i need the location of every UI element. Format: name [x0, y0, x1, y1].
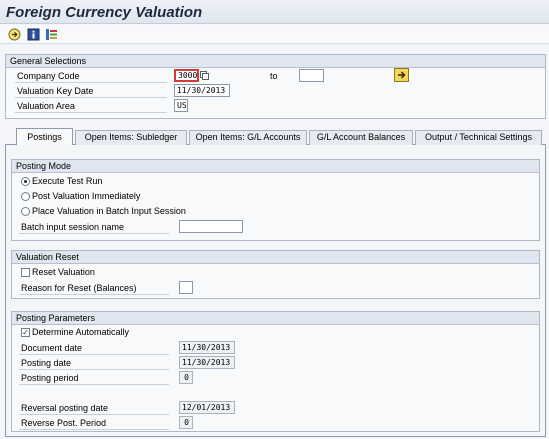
multiple-selection-icon[interactable] [200, 71, 209, 80]
reason-for-reset-label: Reason for Reset (Balances) [19, 282, 169, 295]
posting-period-label: Posting period [19, 372, 169, 385]
execute-test-run-label: Execute Test Run [32, 176, 103, 186]
reverse-post-period-label: Reverse Post. Period [19, 417, 169, 430]
posting-period-field[interactable]: 0 [179, 371, 193, 384]
variants-icon[interactable] [45, 28, 58, 41]
reversal-posting-date-label: Reversal posting date [19, 402, 169, 415]
batch-input-session-label: Place Valuation in Batch Input Session [32, 206, 186, 216]
tab-postings[interactable]: Postings [16, 128, 73, 145]
group-header: Valuation Reset [12, 251, 539, 264]
arrow-right-icon [398, 71, 406, 79]
multiple-selection-button[interactable] [394, 68, 409, 82]
company-code-to-input[interactable] [299, 69, 324, 82]
group-header: Posting Parameters [12, 312, 539, 325]
valuation-key-date-input[interactable]: 11/30/2013 [174, 84, 230, 97]
posting-date-label: Posting date [19, 357, 169, 370]
post-immediately-label: Post Valuation Immediately [32, 191, 141, 201]
batch-session-name-input[interactable] [179, 220, 243, 233]
tab-strip: Postings Open Items: Subledger Open Item… [5, 128, 546, 145]
to-label: to [270, 71, 278, 81]
group-header: Posting Mode [12, 160, 539, 173]
application-toolbar [0, 25, 549, 44]
determine-automatically-checkbox[interactable]: ✓ [21, 328, 30, 337]
execute-test-run-radio[interactable] [21, 177, 30, 186]
reversal-posting-date-field[interactable]: 12/01/2013 [179, 401, 235, 414]
tab-output-technical-settings[interactable]: Output / Technical Settings [415, 130, 542, 145]
reset-valuation-label: Reset Valuation [32, 267, 95, 277]
company-code-label: Company Code [15, 70, 167, 83]
reset-valuation-checkbox[interactable] [21, 268, 30, 277]
post-immediately-radio[interactable] [21, 192, 30, 201]
group-header: General Selections [6, 55, 545, 68]
batch-session-name-label: Batch input session name [19, 221, 169, 234]
valuation-area-label: Valuation Area [15, 100, 167, 113]
valuation-area-input[interactable]: US [174, 99, 188, 112]
company-code-input[interactable]: 3000 [174, 69, 199, 82]
title-bar: Foreign Currency Valuation [0, 0, 549, 24]
batch-input-session-radio[interactable] [21, 207, 30, 216]
info-icon[interactable] [27, 28, 40, 41]
document-date-label: Document date [19, 342, 169, 355]
document-date-field[interactable]: 11/30/2013 [179, 341, 235, 354]
reverse-post-period-field[interactable]: 0 [179, 416, 193, 429]
posting-date-field[interactable]: 11/30/2013 [179, 356, 235, 369]
tab-open-items-gl-accounts[interactable]: Open Items: G/L Accounts [189, 130, 307, 145]
valuation-key-date-label: Valuation Key Date [15, 85, 167, 98]
tab-gl-account-balances[interactable]: G/L Account Balances [309, 130, 413, 145]
reason-for-reset-input[interactable] [179, 281, 193, 294]
determine-automatically-label: Determine Automatically [32, 327, 130, 337]
page-title: Foreign Currency Valuation [6, 4, 203, 21]
execute-icon[interactable] [8, 28, 21, 41]
tab-open-items-subledger[interactable]: Open Items: Subledger [75, 130, 187, 145]
